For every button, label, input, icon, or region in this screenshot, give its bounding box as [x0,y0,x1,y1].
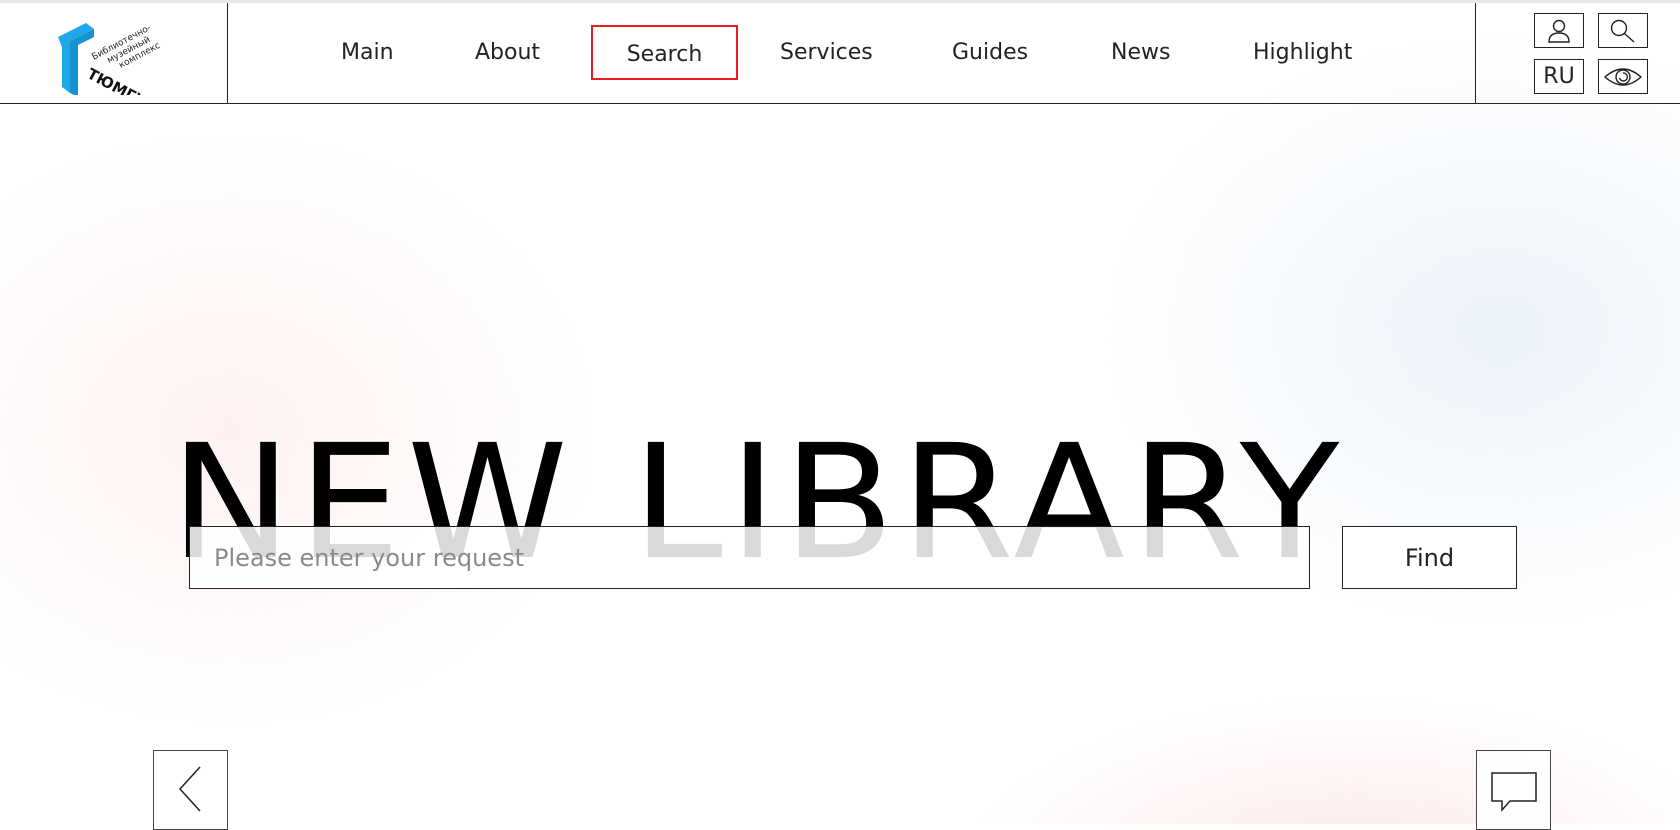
nav-item-guides[interactable]: Guides [942,25,1038,80]
search-icon [1610,19,1635,43]
chevron-left-icon [178,766,201,812]
main-nav: Main About Search Services Guides News H… [228,3,1475,103]
header-tools: RU [1475,3,1680,103]
language-switch[interactable]: RU [1534,59,1584,94]
chat-button[interactable] [1476,750,1551,830]
nav-item-search[interactable]: Search [591,25,738,80]
nav-item-highlight[interactable]: Highlight [1243,25,1362,80]
nav-item-main[interactable]: Main [331,25,404,80]
account-button[interactable] [1534,13,1584,48]
logo-brand: ТЮМГУ [84,65,149,95]
previous-slide-button[interactable] [153,750,228,830]
eye-icon [1603,67,1643,86]
chat-bubble-icon [1491,772,1537,812]
catalog-search-input[interactable] [189,526,1310,589]
site-search-button[interactable] [1598,13,1648,48]
nav-item-about[interactable]: About [465,25,550,80]
logo[interactable]: Библиотечно- музейный комплекс ТЮМГУ [0,3,228,103]
nav-item-services[interactable]: Services [770,25,883,80]
find-button[interactable]: Find [1342,526,1517,589]
nav-item-news[interactable]: News [1101,25,1180,80]
tyumgu-logo-icon: Библиотечно- музейный комплекс ТЮМГУ [58,23,162,95]
accessibility-button[interactable] [1598,59,1648,94]
site-header: Библиотечно- музейный комплекс ТЮМГУ Mai… [0,3,1680,104]
language-label: RU [1543,64,1575,89]
user-icon [1548,19,1570,43]
